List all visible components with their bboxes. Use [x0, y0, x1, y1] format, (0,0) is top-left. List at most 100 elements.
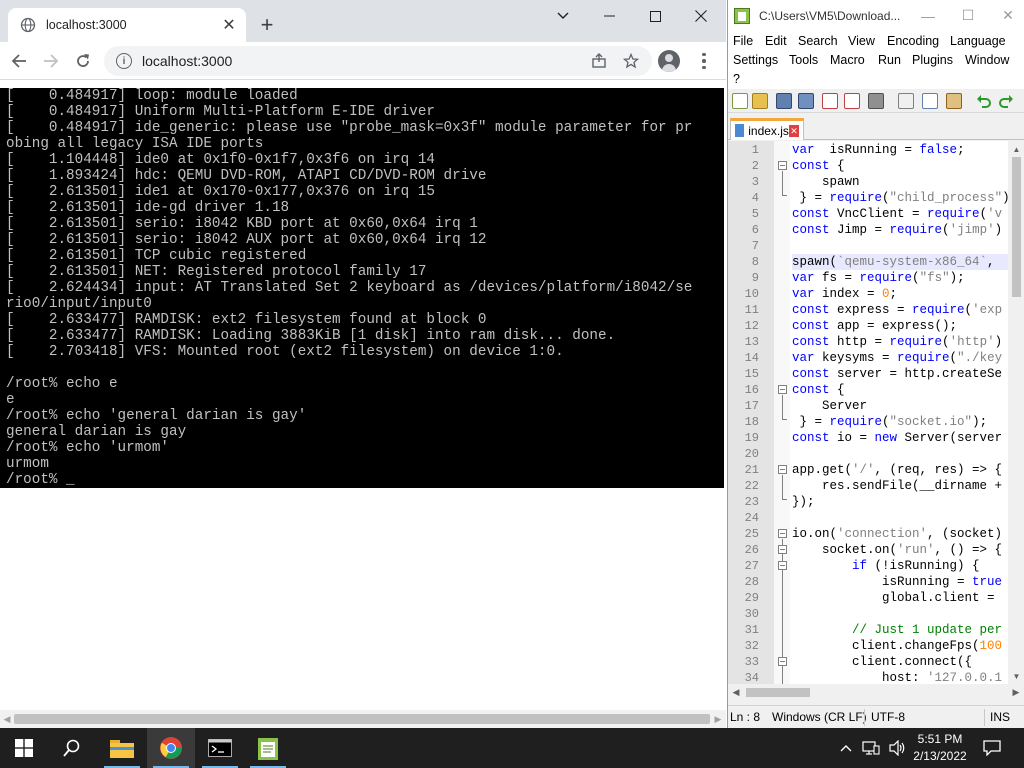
menu-tools[interactable]: Tools — [789, 53, 818, 67]
menu-plugins[interactable]: Plugins — [912, 53, 953, 67]
notifications-button[interactable] — [970, 728, 1014, 768]
scrollbar-thumb[interactable] — [1012, 157, 1021, 297]
file-tab-label: index.js — [748, 123, 789, 138]
npp-horizontal-scrollbar[interactable]: ◀ ▶ — [728, 684, 1024, 701]
menu-settings[interactable]: Settings — [733, 53, 778, 67]
close-window-button[interactable]: ✕ — [988, 0, 1024, 31]
code-token: ( — [942, 335, 950, 349]
scrollbar-thumb[interactable] — [746, 688, 810, 697]
copy-icon[interactable] — [922, 93, 938, 109]
code-line: } = require("socket.io"); — [792, 414, 1022, 430]
notepadpp-taskbar-button[interactable] — [244, 728, 292, 768]
terminal-taskbar-button[interactable] — [196, 728, 244, 768]
vnc-terminal-screen[interactable]: [ 0.484917] loop: module loaded[ 0.48491… — [0, 88, 724, 488]
bookmark-star-icon[interactable] — [620, 50, 642, 72]
save-icon[interactable] — [776, 93, 792, 109]
share-icon[interactable] — [588, 50, 610, 72]
code-token: isRunning = — [792, 575, 973, 589]
maximize-button[interactable]: ☐ — [948, 0, 988, 31]
code-editor[interactable]: 1 2 3 4 5 6 7 8 9 10 11 12 13 14 15 16 17 18 19 20 21 22 23 24 2… — [728, 141, 1024, 684]
close-all-icon[interactable] — [844, 93, 860, 109]
horizontal-scrollbar[interactable]: ◀ ▶ — [0, 710, 726, 728]
code-content[interactable]: var isRunning = false; const { spawn } = … — [792, 142, 1022, 684]
file-tab[interactable]: index.js ✕ — [730, 118, 804, 140]
cut-icon[interactable] — [898, 93, 914, 109]
scroll-down-icon[interactable]: ▼ — [1008, 668, 1024, 684]
menu-file[interactable]: File — [733, 34, 753, 48]
terminal-line: e — [6, 392, 15, 408]
fold-toggle-icon[interactable] — [778, 161, 787, 170]
site-info-icon[interactable]: i — [116, 53, 132, 69]
start-button[interactable] — [0, 728, 48, 768]
menu-macro[interactable]: Macro — [830, 53, 865, 67]
scroll-right-icon[interactable]: ▶ — [1008, 684, 1024, 701]
line-number: 18 — [744, 415, 759, 429]
scrollbar-thumb[interactable] — [14, 714, 710, 724]
reload-icon[interactable] — [70, 48, 96, 74]
fold-toggle-icon[interactable] — [778, 529, 787, 538]
forward-arrow-icon[interactable] — [38, 48, 64, 74]
code-line: const { — [792, 158, 1022, 174]
menu-search[interactable]: Search — [798, 34, 838, 48]
scroll-right-icon[interactable]: ▶ — [713, 713, 723, 725]
code-line: const Jimp = require('jimp') — [792, 222, 1022, 238]
tab-search-chevron-icon[interactable] — [540, 0, 586, 32]
tray-overflow-chevron-icon[interactable] — [834, 728, 858, 768]
menu-language[interactable]: Language — [950, 34, 1006, 48]
vertical-scrollbar[interactable]: ▲ ▼ — [1008, 141, 1024, 684]
paste-icon[interactable] — [946, 93, 962, 109]
address-bar[interactable]: i localhost:3000 — [104, 46, 652, 76]
chrome-menu-icon[interactable] — [694, 50, 714, 72]
save-all-icon[interactable] — [798, 93, 814, 109]
menu-window[interactable]: Window — [965, 53, 1009, 67]
eol-format: Windows (CR LF) — [772, 710, 867, 724]
print-icon[interactable] — [868, 93, 884, 109]
undo-icon[interactable] — [976, 93, 992, 109]
file-icon — [735, 124, 745, 137]
maximize-button[interactable] — [632, 0, 678, 32]
menu-edit[interactable]: Edit — [765, 34, 787, 48]
menu-encoding[interactable]: Encoding — [887, 34, 939, 48]
code-token: require — [829, 191, 883, 205]
close-window-button[interactable] — [678, 0, 724, 32]
network-icon[interactable] — [858, 728, 884, 768]
close-tab-icon[interactable]: ✕ — [220, 16, 238, 34]
clock[interactable]: 5:51 PM 2/13/2022 — [910, 728, 970, 768]
line-number: 11 — [744, 303, 759, 317]
fold-toggle-icon[interactable] — [778, 561, 787, 570]
code-token: ( — [979, 207, 988, 221]
redo-icon[interactable] — [998, 93, 1014, 109]
fold-toggle-icon[interactable] — [778, 385, 787, 394]
menu-help[interactable]: ? — [733, 72, 740, 86]
new-file-icon[interactable] — [732, 93, 748, 109]
chrome-taskbar-button[interactable] — [147, 728, 195, 768]
volume-icon[interactable] — [884, 728, 910, 768]
profile-avatar-icon[interactable] — [658, 50, 680, 72]
fold-toggle-icon[interactable] — [778, 545, 787, 554]
file-explorer-button[interactable] — [98, 728, 146, 768]
back-arrow-icon[interactable] — [6, 48, 32, 74]
line-number: 6 — [751, 223, 759, 237]
open-file-icon[interactable] — [752, 93, 768, 109]
fold-toggle-icon[interactable] — [778, 657, 787, 666]
code-token: ( — [964, 303, 973, 317]
minimize-button[interactable] — [586, 0, 632, 32]
fold-guide — [782, 475, 783, 499]
code-token: Jimp = — [829, 223, 890, 237]
fold-toggle-icon[interactable] — [778, 465, 787, 474]
menu-view[interactable]: View — [848, 34, 875, 48]
minimize-button[interactable]: — — [908, 0, 948, 31]
search-button[interactable] — [48, 728, 96, 768]
line-number: 34 — [744, 671, 759, 684]
close-file-icon[interactable] — [822, 93, 838, 109]
scroll-left-icon[interactable]: ◀ — [2, 713, 12, 725]
menu-run[interactable]: Run — [878, 53, 901, 67]
browser-tab[interactable]: localhost:3000 ✕ — [8, 8, 246, 42]
code-token: , (req, res) => { — [874, 463, 1003, 477]
code-token: ) — [994, 223, 1003, 237]
scroll-left-icon[interactable]: ◀ — [728, 684, 744, 701]
close-tab-icon[interactable]: ✕ — [788, 124, 799, 137]
scroll-up-icon[interactable]: ▲ — [1008, 141, 1024, 157]
new-tab-button[interactable]: + — [256, 12, 278, 37]
